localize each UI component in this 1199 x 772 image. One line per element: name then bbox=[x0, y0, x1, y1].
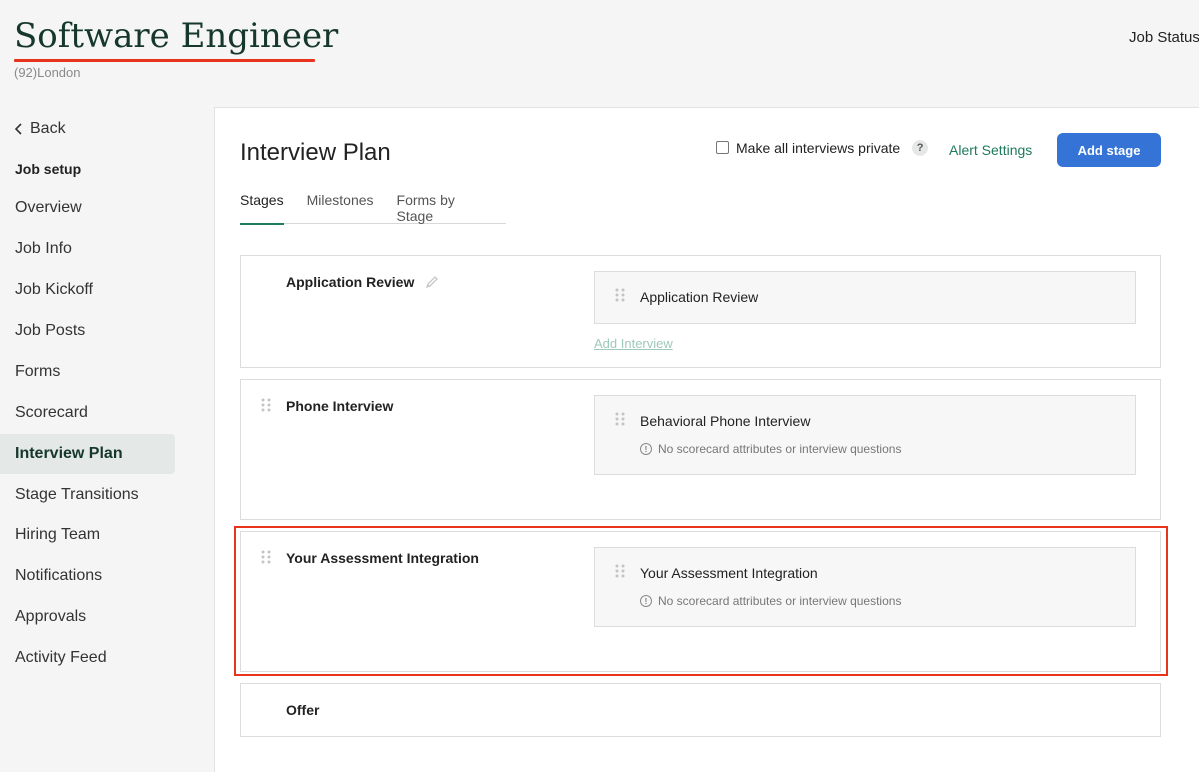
sidebar-item-label: Job Kickoff bbox=[15, 281, 93, 298]
sidebar-item-label: Hiring Team bbox=[15, 526, 101, 543]
sidebar-item-label: Scorecard bbox=[15, 404, 88, 421]
stage-row: Offer bbox=[240, 683, 1161, 737]
interview-note: ! No scorecard attributes or interview q… bbox=[640, 594, 901, 608]
sidebar-item-job-posts[interactable]: Job Posts bbox=[0, 311, 175, 351]
sidebar-item-scorecard[interactable]: Scorecard bbox=[0, 393, 175, 433]
stage-row: Application Review Application Review Ad… bbox=[240, 255, 1161, 368]
sidebar-item-job-info[interactable]: Job Info bbox=[0, 229, 175, 269]
interview-note-text: No scorecard attributes or interview que… bbox=[658, 594, 902, 608]
sidebar-item-forms[interactable]: Forms bbox=[0, 352, 175, 392]
add-interview-link[interactable]: Add Interview bbox=[594, 336, 673, 351]
interview-note-text: No scorecard attributes or interview que… bbox=[658, 442, 902, 456]
stage-name-label: Offer bbox=[286, 702, 320, 718]
chevron-left-icon bbox=[14, 123, 22, 135]
sidebar-item-label: Stage Transitions bbox=[15, 486, 139, 503]
info-icon: ! bbox=[640, 595, 652, 607]
stage-name-label: Your Assessment Integration bbox=[286, 550, 479, 566]
stage-name: Your Assessment Integration bbox=[286, 550, 479, 566]
drag-handle-icon[interactable] bbox=[261, 550, 271, 568]
interview-title: Your Assessment Integration bbox=[640, 565, 818, 581]
interview-card[interactable]: Application Review bbox=[594, 271, 1136, 324]
pencil-icon[interactable] bbox=[424, 274, 440, 290]
job-title: Software Engineer bbox=[14, 16, 339, 56]
interview-title: Application Review bbox=[640, 289, 759, 305]
job-setup-heading: Job setup bbox=[15, 161, 82, 177]
interview-plan-panel: Interview Plan Make all interviews priva… bbox=[214, 107, 1199, 772]
sidebar-item-label: Interview Plan bbox=[15, 445, 123, 462]
sidebar-item-label: Notifications bbox=[15, 567, 103, 584]
help-icon[interactable]: ? bbox=[912, 140, 929, 156]
sidebar-item-label: Approvals bbox=[15, 608, 87, 625]
private-interviews-checkbox[interactable] bbox=[716, 140, 729, 154]
alert-settings-link[interactable]: Alert Settings bbox=[949, 142, 1032, 158]
sidebar-item-label: Forms bbox=[15, 363, 61, 380]
interview-card[interactable]: Your Assessment Integration ! No scoreca… bbox=[594, 547, 1136, 627]
sidebar-item-label: Job Info bbox=[15, 240, 72, 257]
tab-stages[interactable]: Stages bbox=[240, 188, 284, 225]
sidebar-item-overview[interactable]: Overview bbox=[0, 188, 175, 228]
stage-row: Phone Interview Behavioral Phone Intervi… bbox=[240, 379, 1161, 520]
tab-forms-by-stage[interactable]: Forms by Stage bbox=[397, 188, 483, 224]
title-underline-annotation bbox=[14, 59, 315, 62]
stage-row: Your Assessment Integration Your Assessm… bbox=[240, 531, 1161, 672]
back-label: Back bbox=[30, 120, 66, 137]
sidebar-item-interview-plan[interactable]: Interview Plan bbox=[0, 434, 175, 474]
job-subtitle: (92)London bbox=[14, 65, 81, 80]
sidebar-item-hiring-team[interactable]: Hiring Team bbox=[0, 515, 175, 555]
stage-name: Application Review bbox=[286, 274, 440, 290]
stage-name-label: Application Review bbox=[286, 274, 415, 290]
stage-name: Phone Interview bbox=[286, 398, 393, 414]
sidebar-item-notifications[interactable]: Notifications bbox=[0, 556, 175, 596]
page-title: Interview Plan bbox=[240, 139, 391, 166]
interview-plan-tabs: Stages Milestones Forms by Stage bbox=[240, 188, 506, 225]
drag-handle-icon[interactable] bbox=[261, 398, 271, 416]
add-stage-button[interactable]: Add stage bbox=[1057, 133, 1161, 167]
drag-handle-icon[interactable] bbox=[615, 564, 625, 582]
stage-name: Offer bbox=[286, 702, 319, 718]
sidebar-item-label: Activity Feed bbox=[15, 649, 107, 666]
sidebar-item-approvals[interactable]: Approvals bbox=[0, 597, 175, 637]
private-interviews-label[interactable]: Make all interviews private bbox=[736, 140, 900, 156]
private-interviews-option: Make all interviews private ? bbox=[716, 140, 929, 156]
tab-milestones[interactable]: Milestones bbox=[307, 188, 374, 224]
interview-title: Behavioral Phone Interview bbox=[640, 413, 811, 429]
sidebar-item-stage-transitions[interactable]: Stage Transitions bbox=[0, 475, 175, 515]
drag-handle-icon[interactable] bbox=[615, 288, 625, 306]
info-icon: ! bbox=[640, 443, 652, 455]
drag-handle-icon[interactable] bbox=[615, 412, 625, 430]
sidebar-item-label: Job Posts bbox=[15, 322, 86, 339]
back-link[interactable]: Back bbox=[14, 120, 66, 138]
job-status-label[interactable]: Job Status bbox=[1129, 29, 1199, 46]
sidebar-item-label: Overview bbox=[15, 199, 82, 216]
sidebar-item-activity-feed[interactable]: Activity Feed bbox=[0, 638, 175, 678]
stage-name-label: Phone Interview bbox=[286, 398, 394, 414]
interview-card[interactable]: Behavioral Phone Interview ! No scorecar… bbox=[594, 395, 1136, 475]
sidebar-item-job-kickoff[interactable]: Job Kickoff bbox=[0, 270, 175, 310]
interview-note: ! No scorecard attributes or interview q… bbox=[640, 442, 901, 456]
